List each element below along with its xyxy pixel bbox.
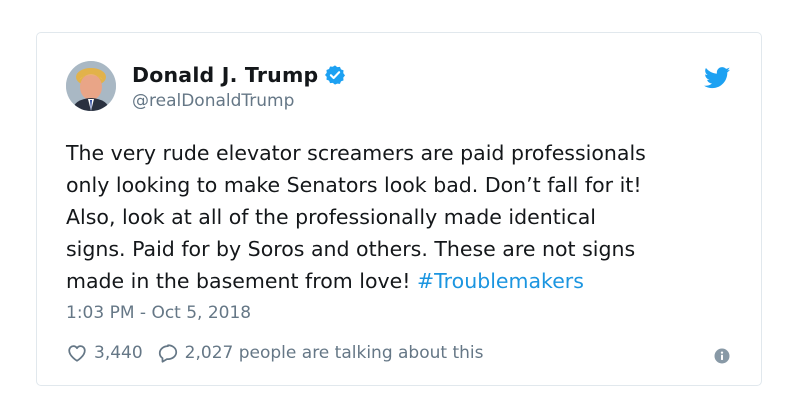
- speech-bubble-icon[interactable]: [157, 342, 179, 364]
- tweet-text-line: made in the basement from love!: [66, 269, 411, 293]
- info-icon[interactable]: [714, 348, 730, 364]
- tweet-actions: 3,440 2,027 people are talking about thi…: [66, 342, 483, 364]
- avatar[interactable]: [66, 61, 116, 111]
- tweet-text-line: Also, look at all of the professionally …: [66, 205, 596, 229]
- like-count[interactable]: 3,440: [94, 343, 143, 363]
- tweet-card[interactable]: Donald J. Trump @realDonaldTrump The ver…: [36, 32, 762, 386]
- heart-icon[interactable]: [66, 342, 88, 364]
- tweet-text-line: only looking to make Senators look bad. …: [66, 173, 642, 197]
- author-name-row[interactable]: Donald J. Trump: [132, 63, 346, 87]
- verified-badge-icon: [324, 64, 346, 86]
- tweet-text-line: signs. Paid for by Soros and others. The…: [66, 237, 636, 261]
- author-handle[interactable]: @realDonaldTrump: [132, 91, 294, 111]
- conversation-link[interactable]: 2,027 people are talking about this: [185, 343, 484, 363]
- tweet-text-line: The very rude elevator screamers are pai…: [66, 141, 646, 165]
- twitter-bird-icon[interactable]: [704, 67, 731, 89]
- author-display-name[interactable]: Donald J. Trump: [132, 63, 318, 87]
- tweet-text: The very rude elevator screamers are pai…: [66, 137, 746, 297]
- hashtag-link[interactable]: #Troublemakers: [417, 269, 584, 293]
- tweet-text-line-last: made in the basement from love! #Trouble…: [66, 265, 746, 297]
- tweet-timestamp[interactable]: 1:03 PM - Oct 5, 2018: [66, 303, 251, 323]
- avatar-image: [66, 61, 116, 111]
